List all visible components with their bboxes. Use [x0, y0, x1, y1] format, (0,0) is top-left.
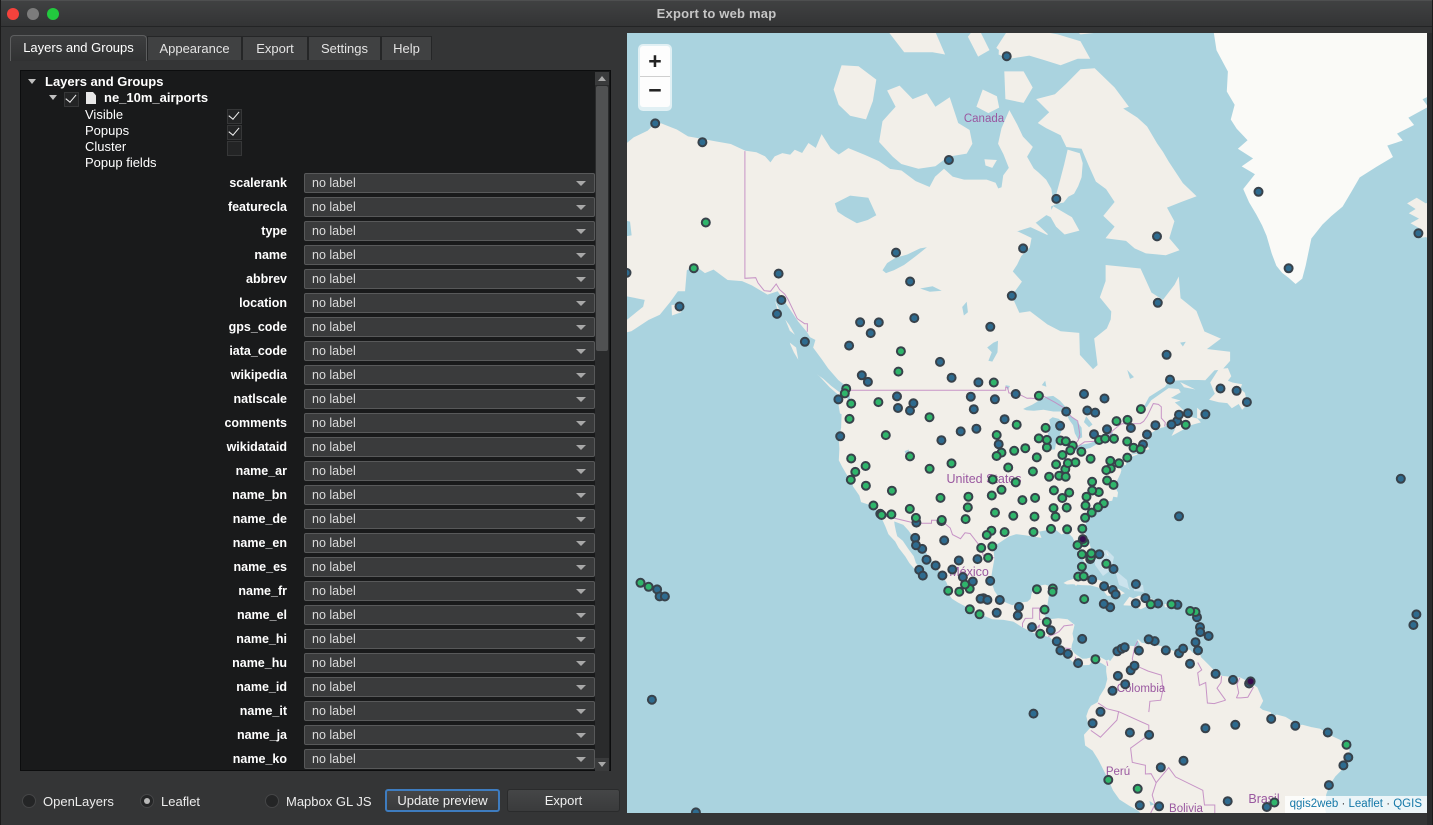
svg-text:Bolivia: Bolivia	[1169, 803, 1203, 813]
svg-text:United States: United States	[946, 472, 1021, 486]
svg-text:Canada: Canada	[964, 113, 1005, 125]
